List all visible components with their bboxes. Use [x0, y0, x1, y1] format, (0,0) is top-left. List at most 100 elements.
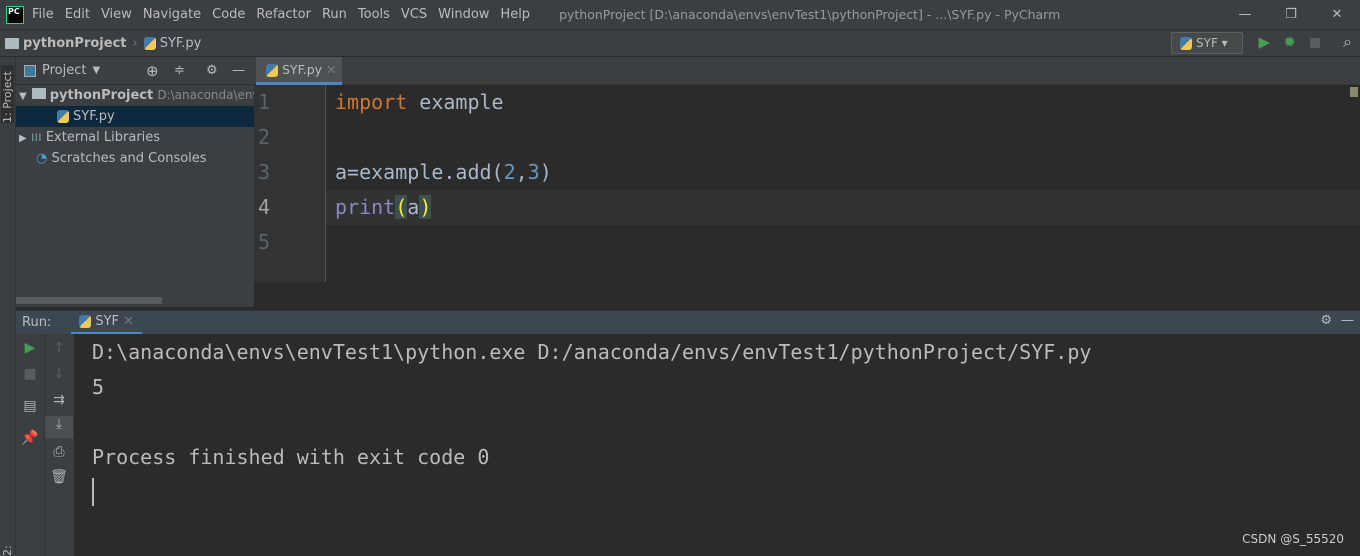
- ext-libs-label: External Libraries: [45, 130, 161, 145]
- trash-icon[interactable]: 🗑: [45, 469, 73, 485]
- run-panel-header: Run: SYF ✕ ⚙ —: [16, 310, 1360, 335]
- close-tab-icon[interactable]: ✕: [123, 314, 134, 329]
- console-line: D:\anaconda\envs\envTest1\python.exe D:/…: [92, 340, 1092, 364]
- stop-icon[interactable]: [1310, 38, 1320, 48]
- tab-syf-py[interactable]: SYF.py ✕: [256, 57, 342, 85]
- console-line: Process finished with exit code 0: [92, 445, 490, 469]
- hide-icon[interactable]: —: [1341, 313, 1354, 328]
- locate-icon[interactable]: ⊕: [146, 62, 159, 80]
- menu-edit[interactable]: Edit: [65, 7, 90, 22]
- menu-view[interactable]: View: [101, 7, 132, 22]
- project-panel: Project ▼ ⊕ ≑ ⚙ — ▼ pythonProject D:\anaco…: [16, 57, 254, 307]
- tree-item-external-libraries[interactable]: ▶ ııı External Libraries: [16, 127, 254, 148]
- menu-refactor[interactable]: Refactor: [256, 7, 311, 22]
- console-toolbar: ↑ ↓ ⇉ ⤓ ⎙ 🗑: [44, 334, 74, 556]
- stop-icon[interactable]: ■: [16, 366, 44, 382]
- brace: ): [419, 195, 432, 219]
- menu-run[interactable]: Run: [322, 7, 347, 22]
- tree-item-syf-py[interactable]: SYF.py: [16, 106, 254, 127]
- breadcrumb-project[interactable]: pythonProject: [23, 36, 127, 51]
- search-icon[interactable]: ⌕: [1343, 32, 1352, 52]
- menu-navigate[interactable]: Navigate: [143, 7, 201, 22]
- tree-item-project-root[interactable]: ▼ pythonProject D:\anaconda\envs: [16, 85, 254, 106]
- tab-label: SYF.py: [282, 62, 323, 77]
- breadcrumb-file[interactable]: SYF.py: [160, 36, 202, 51]
- brace: (: [395, 195, 408, 219]
- run-icon[interactable]: ▶: [1258, 33, 1270, 51]
- keyword: import: [335, 90, 408, 114]
- navigation-bar: pythonProject › SYF.py SYF ▾ ▶ ✹ ⌕: [0, 30, 1360, 57]
- code-text: ,: [515, 160, 528, 184]
- folder-icon: [5, 37, 19, 49]
- left-tool-strip: 1: Project 2: Favorites: [0, 57, 27, 556]
- project-horizontal-scrollbar[interactable]: [16, 297, 162, 304]
- chevron-right-icon: ›: [132, 35, 138, 51]
- scratches-icon: ◔: [36, 151, 48, 166]
- run-tab-syf[interactable]: SYF ✕: [71, 311, 143, 335]
- hide-icon[interactable]: —: [232, 63, 245, 78]
- collapse-all-icon[interactable]: ≑: [174, 63, 185, 78]
- code-text: ): [539, 160, 552, 184]
- inspection-indicator[interactable]: [1350, 87, 1358, 97]
- pycharm-logo: PC: [6, 5, 24, 24]
- line-number: 3: [258, 160, 271, 184]
- menu-code[interactable]: Code: [212, 7, 245, 22]
- title-bar: PC File Edit View Navigate Code Refactor Run To…: [0, 0, 1360, 30]
- arrow-down-icon[interactable]: ↓: [45, 366, 73, 382]
- arrow-up-icon[interactable]: ↑: [45, 340, 73, 356]
- gear-icon[interactable]: ⚙: [206, 63, 218, 78]
- python-icon: [1180, 37, 1192, 50]
- close-tab-icon[interactable]: ✕: [326, 62, 336, 77]
- builtin: print: [335, 195, 396, 219]
- number: 3: [527, 160, 540, 184]
- run-config-label: SYF: [1196, 36, 1218, 50]
- debug-icon[interactable]: ✹: [1283, 33, 1296, 51]
- folder-icon: [31, 88, 46, 99]
- layout-icon[interactable]: ▤: [16, 398, 44, 414]
- run-toolbar: ▶ ■ ▤ 📌: [16, 334, 44, 556]
- run-console[interactable]: D:\anaconda\envs\envTest1\python.exe D:/…: [74, 334, 1360, 556]
- menu-file[interactable]: File: [32, 7, 54, 22]
- code-text: a: [407, 195, 420, 219]
- project-view-icon: [24, 64, 36, 77]
- maximize-button[interactable]: ❐: [1268, 0, 1314, 30]
- collapsed-arrow-icon[interactable]: ▶: [19, 133, 27, 144]
- expanded-arrow-icon[interactable]: ▼: [19, 91, 27, 102]
- menu-window[interactable]: Window: [438, 7, 489, 22]
- menu-help[interactable]: Help: [500, 7, 530, 22]
- run-config-select[interactable]: SYF ▾: [1171, 32, 1243, 54]
- code-text: a=example.add(: [335, 160, 504, 184]
- chevron-down-icon[interactable]: ▼: [92, 65, 100, 76]
- menu-bar: File Edit View Navigate Code Refactor Run Tools…: [32, 7, 541, 22]
- menu-vcs[interactable]: VCS: [401, 7, 427, 22]
- window-title: pythonProject [D:\anaconda\envs\envTest1…: [559, 7, 1061, 22]
- rerun-icon[interactable]: ▶: [16, 340, 44, 356]
- line-number: 2: [258, 125, 271, 149]
- python-icon: [79, 314, 92, 328]
- code-line-3: a=example.add(2,3): [335, 160, 552, 184]
- menu-tools[interactable]: Tools: [358, 7, 390, 22]
- pin-icon[interactable]: 📌: [16, 430, 44, 446]
- print-icon[interactable]: ⎙: [45, 444, 73, 460]
- file-label: SYF.py: [73, 109, 115, 124]
- run-tab-label: SYF: [95, 313, 119, 329]
- close-button[interactable]: ✕: [1314, 0, 1360, 30]
- project-tool-button[interactable]: 1: Project: [1, 65, 14, 123]
- soft-wrap-icon[interactable]: ⇉: [45, 392, 73, 408]
- tree-item-scratches[interactable]: ◔ Scratches and Consoles: [16, 148, 254, 169]
- run-label: Run:: [22, 315, 52, 330]
- code-editor[interactable]: 1 2 3 4 5 import example a=example.add(2…: [16, 85, 1360, 306]
- scroll-to-end-icon[interactable]: ⤓: [45, 416, 73, 438]
- line-number: 1: [258, 90, 271, 114]
- gear-icon[interactable]: ⚙: [1320, 313, 1332, 328]
- root-label: pythonProject: [49, 88, 154, 103]
- code-line-1: import example: [335, 90, 504, 114]
- project-view-select[interactable]: Project: [42, 63, 86, 78]
- console-line: 5: [92, 375, 105, 399]
- libraries-icon: ııı: [30, 130, 42, 145]
- code-text: example: [407, 90, 504, 114]
- line-number-gutter: 1 2 3 4 5: [254, 85, 326, 282]
- minimize-button[interactable]: —: [1222, 0, 1268, 30]
- code-line-4: print(a): [335, 195, 432, 219]
- text-cursor: [92, 478, 94, 506]
